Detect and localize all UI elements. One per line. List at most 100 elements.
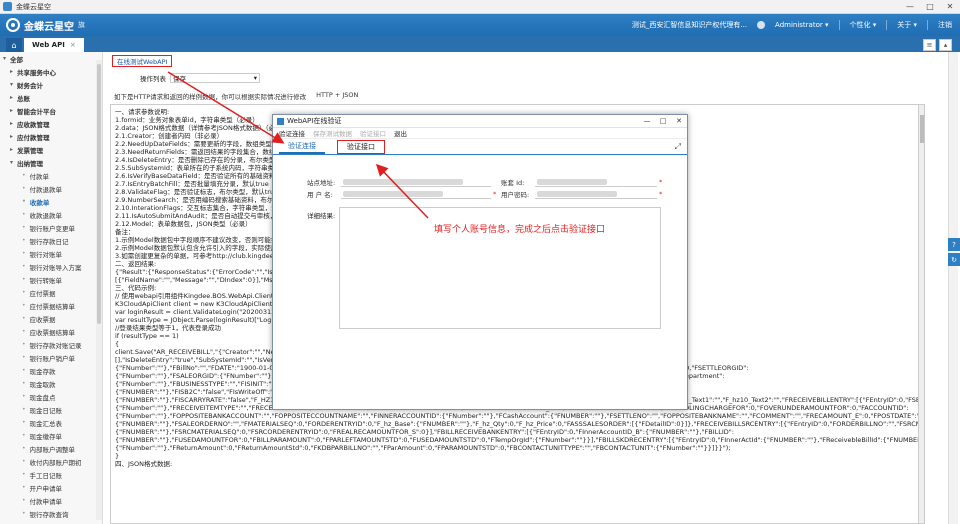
user-menu[interactable]: Administrator ▾ (775, 21, 828, 29)
online-test-link[interactable]: 在线测试WebAPI (112, 55, 173, 67)
sidebar-item-label: 银行对账单 (29, 250, 63, 259)
logo-sub: 旗 (78, 21, 85, 29)
password-label: 用户密码: (501, 191, 530, 199)
masked-value (537, 191, 617, 197)
sidebar-item[interactable]: 现金取款 (0, 377, 102, 390)
chevron-down-icon[interactable]: ▾ (10, 81, 17, 88)
sidebar-item[interactable]: 付款申请单 (0, 494, 102, 507)
sidebar-item[interactable]: ▸ 发票管理 (0, 143, 102, 156)
sidebar-item[interactable]: 收付内部账户期初 (0, 455, 102, 468)
sidebar-item[interactable]: 开户申请单 (0, 481, 102, 494)
sidebar-item[interactable]: 付款单 (0, 169, 102, 182)
expand-icon[interactable]: ⤢ (675, 142, 681, 152)
required-mark: * (493, 190, 497, 198)
sidebar-item-label: 智能会计平台 (17, 107, 56, 116)
sidebar-item[interactable]: 收款退款单 (0, 208, 102, 221)
username-row: 用 户 名: * (307, 189, 496, 199)
chevron-down-icon[interactable]: ▾ (3, 55, 10, 62)
sidebar-item[interactable]: 现金日记账 (0, 403, 102, 416)
sidebar-item[interactable]: 银行存款对账记录 (0, 338, 102, 351)
home-icon[interactable]: ⌂ (6, 38, 22, 52)
sidebar-item[interactable]: 现金盘点 (0, 390, 102, 403)
sidebar-item-label: 现金日记账 (29, 406, 63, 415)
account-input[interactable] (535, 177, 657, 187)
sidebar-item[interactable]: 银行存款查询 (0, 507, 102, 520)
minimize-icon[interactable]: — (639, 117, 655, 125)
chevron-right-icon[interactable]: ▸ (10, 107, 17, 114)
collapse-icon[interactable]: ▴ (939, 39, 952, 51)
maximize-icon[interactable]: □ (655, 117, 671, 125)
sidebar-item[interactable]: 付款退款单 (0, 182, 102, 195)
minimize-icon[interactable]: — (900, 0, 920, 14)
operation-select[interactable]: 保存 ▾ (170, 73, 260, 83)
sidebar-item[interactable]: 银行账户变更单 (0, 221, 102, 234)
sidebar-item-label: 现金汇总表 (29, 419, 63, 428)
sidebar-item[interactable]: 银行存款日记 (0, 234, 102, 247)
refresh-icon[interactable]: ↻ (948, 253, 960, 266)
tab-close-icon[interactable]: × (70, 41, 76, 49)
sidebar-item[interactable]: 银行账户销户单 (0, 351, 102, 364)
sidebar-item[interactable]: 银行对账导入方案 (0, 260, 102, 273)
close-icon[interactable]: ✕ (940, 0, 960, 14)
sidebar-item[interactable]: 应收票据 (0, 312, 102, 325)
floating-tools: ? ↻ (948, 238, 960, 266)
menu-verify-interface[interactable]: 验证接口 (360, 128, 386, 138)
sidebar-item[interactable]: 现金汇总表 (0, 416, 102, 429)
tab-verify-connection[interactable]: 验证连接 (279, 140, 325, 154)
sidebar-item[interactable]: ▸ 总账 (0, 91, 102, 104)
doc-line: {"FNUMBER":""},"FSRCMATERIALSEQ":0,"FSRC… (115, 428, 734, 436)
password-input[interactable] (535, 189, 657, 199)
sidebar-scrollbar[interactable] (96, 60, 102, 520)
menu-verify-connection[interactable]: 验证连接 (279, 128, 305, 138)
maximize-icon[interactable]: □ (920, 0, 940, 14)
chevron-right-icon[interactable]: ▸ (10, 68, 17, 75)
help-icon[interactable]: ? (948, 238, 960, 251)
page-scrollbar[interactable] (948, 52, 958, 524)
scrollbar-thumb[interactable] (97, 64, 101, 324)
sidebar-item[interactable]: 现金缴存单 (0, 429, 102, 442)
chevron-right-icon[interactable]: ▸ (10, 133, 17, 140)
sidebar-item-label: 应收票据 (29, 315, 56, 324)
sidebar-item[interactable]: 内部账户调整单 (0, 442, 102, 455)
sidebar-item-label: 开户申请单 (29, 484, 63, 493)
sidebar: ▾ 全部 ▸ 共享服务中心 ▾ 财务会计 ▸ 总账 ▸ 智能会计平台 ▸ 应收款管理 ▸ 应付款管理 ▸ 发票… (0, 52, 103, 524)
sidebar-item[interactable]: ▾ 出纳管理 (0, 156, 102, 169)
menu-exit[interactable]: 退出 (394, 128, 407, 138)
sidebar-item[interactable]: 收款单 (0, 195, 102, 208)
scrollbar-thumb[interactable] (920, 115, 924, 143)
logout-link[interactable]: 注销 (938, 20, 952, 30)
tab-webapi[interactable]: Web API × (24, 38, 84, 52)
sidebar-item[interactable]: 应付票据结算单 (0, 299, 102, 312)
close-icon[interactable]: ✕ (671, 117, 687, 125)
username-label: 用 户 名: (307, 191, 333, 199)
menu-save-test-data[interactable]: 保存测试数据 (313, 128, 352, 138)
sidebar-item-label: 应付票据结算单 (29, 302, 76, 311)
annotation-callout: 填写个人账号信息，完成之后点击验证接口 (434, 225, 606, 235)
sidebar-item[interactable]: 银行转账单 (0, 273, 102, 286)
sidebar-item[interactable]: ▸ 共享服务中心 (0, 65, 102, 78)
detail-result-box[interactable]: 填写个人账号信息，完成之后点击验证接口 (339, 207, 661, 329)
tab-list-icon[interactable]: ≡ (923, 39, 936, 51)
about-menu[interactable]: 关于 ▾ (897, 20, 917, 30)
chevron-right-icon[interactable]: ▸ (10, 94, 17, 101)
sidebar-item[interactable]: 应收票据结算单 (0, 325, 102, 338)
dialog-titlebar: WebAPI在线验证 — □ ✕ (273, 115, 687, 128)
sidebar-item[interactable]: 应付票据 (0, 286, 102, 299)
sidebar-item[interactable]: ▸ 应付款管理 (0, 130, 102, 143)
username-input[interactable] (341, 189, 491, 199)
doc-scrollbar[interactable] (918, 104, 925, 524)
sidebar-item[interactable]: ▾ 全部 (0, 52, 102, 65)
sidebar-item[interactable]: ▾ 财务会计 (0, 78, 102, 91)
sidebar-item[interactable]: ▸ 智能会计平台 (0, 104, 102, 117)
tab-verify-interface[interactable]: 验证接口 (337, 140, 385, 154)
personalize-menu[interactable]: 个性化 ▾ (850, 20, 877, 30)
sidebar-item[interactable]: ▸ 应收款管理 (0, 117, 102, 130)
org-switcher[interactable]: 测试_西安汇智信息知识产权代理有... (632, 20, 747, 30)
chevron-down-icon[interactable]: ▾ (10, 159, 17, 166)
chevron-right-icon[interactable]: ▸ (10, 146, 17, 153)
sidebar-item[interactable]: 现金存款 (0, 364, 102, 377)
sidebar-item[interactable]: 手工日记账 (0, 468, 102, 481)
chevron-right-icon[interactable]: ▸ (10, 120, 17, 127)
sidebar-item[interactable]: 银行对账单 (0, 247, 102, 260)
site-input[interactable] (341, 177, 491, 187)
